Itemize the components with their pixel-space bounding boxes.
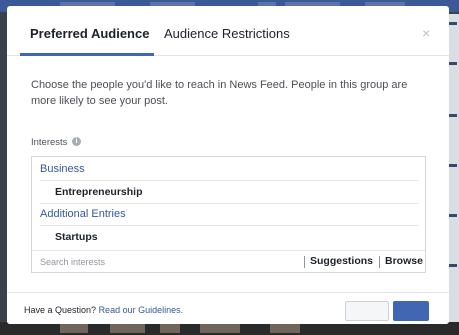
info-icon[interactable]: i	[72, 137, 81, 146]
suggestions-button[interactable]: Suggestions	[310, 255, 373, 267]
interest-item-entrepreneurship[interactable]: Entrepreneurship	[55, 186, 143, 198]
close-icon[interactable]: ×	[422, 25, 430, 41]
tab-audience-restrictions[interactable]: Audience Restrictions	[164, 26, 290, 41]
cancel-button[interactable]	[345, 301, 389, 321]
divider	[40, 225, 418, 226]
tab-preferred-audience[interactable]: Preferred Audience	[30, 26, 149, 41]
interest-category-additional[interactable]: Additional Entries	[40, 208, 126, 220]
audience-description: Choose the people you'd like to reach in…	[31, 79, 408, 107]
dialog-footer: Have a Question? Read our Guidelines.	[7, 292, 449, 324]
search-interests-input[interactable]	[40, 255, 290, 268]
divider	[304, 256, 305, 268]
interest-search-row: Suggestions Browse	[32, 250, 425, 272]
audience-dialog: Preferred Audience Audience Restrictions…	[7, 6, 449, 324]
save-button[interactable]	[393, 301, 429, 321]
guidelines-link[interactable]: Read our Guidelines.	[99, 305, 184, 315]
interest-category-business[interactable]: Business	[40, 163, 85, 175]
background-right-column	[448, 14, 459, 324]
active-tab-indicator	[20, 53, 154, 56]
interests-box: Business Entrepreneurship Additional Ent…	[31, 156, 426, 273]
tab-bar: Preferred Audience Audience Restrictions…	[7, 6, 449, 56]
divider	[379, 256, 380, 268]
interest-item-startups[interactable]: Startups	[55, 231, 98, 243]
divider	[40, 203, 418, 204]
interests-label: Interests	[31, 137, 68, 148]
browse-button[interactable]: Browse	[385, 255, 423, 267]
help-text: Have a Question? Read our Guidelines.	[24, 305, 183, 315]
divider	[40, 180, 418, 181]
help-question: Have a Question?	[24, 305, 97, 315]
